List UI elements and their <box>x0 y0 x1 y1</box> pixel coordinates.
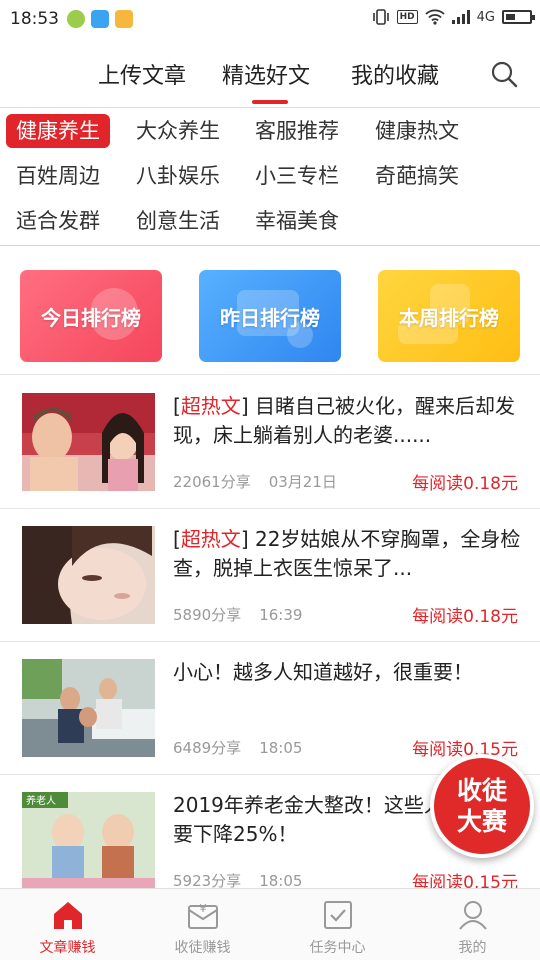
bottom-nav-label: 任务中心 <box>309 940 366 956</box>
article-item[interactable]: [超热文] 22岁姑娘从不穿胸罩，全身检查，脱掉上衣医生惊呆了... 5890分… <box>0 509 540 642</box>
bottom-nav-recruit-earn[interactable]: ¥ 收徒赚钱 <box>135 889 270 960</box>
article-thumbnail <box>22 659 155 757</box>
active-tab-indicator <box>252 100 288 104</box>
share-count: 6489分享 <box>173 739 242 757</box>
svg-text:¥: ¥ <box>200 902 207 915</box>
app-notification-icon <box>67 10 85 28</box>
yesterday-ranking-label: 昨日排行榜 <box>220 305 320 330</box>
status-indicators: HD 4G <box>372 9 535 25</box>
badge-line-1: 收徒 <box>456 776 507 805</box>
category-item[interactable]: 创意生活 <box>136 204 220 238</box>
bottom-nav-label: 收徒赚钱 <box>174 940 231 956</box>
read-reward: 每阅读0.18元 <box>412 607 518 627</box>
tab-featured-articles[interactable]: 精选好文 <box>222 58 310 90</box>
battery-icon <box>502 10 535 24</box>
message-notification-icon <box>91 10 109 28</box>
article-item[interactable]: [超热文] 目睹自己被火化，醒来后却发现，床上躺着别人的老婆...... 220… <box>0 376 540 509</box>
today-ranking-label: 今日排行榜 <box>41 305 141 330</box>
category-grid: 健康养生 大众养生 客服推荐 健康热文 百姓周边 八卦娱乐 小三专栏 奇葩搞笑 … <box>0 109 540 246</box>
today-ranking-button[interactable]: 今日排行榜 <box>20 270 162 362</box>
article-title: [超热文] 目睹自己被火化，醒来后却发现，床上躺着别人的老婆...... <box>173 394 515 447</box>
tab-upload-article[interactable]: 上传文章 <box>98 58 186 90</box>
bottom-nav-article-earn[interactable]: 文章赚钱 <box>0 889 135 960</box>
article-title: 小心！越多人知道越好，很重要！ <box>173 660 473 684</box>
article-thumbnail <box>22 393 155 491</box>
category-item[interactable]: 八卦娱乐 <box>136 159 220 193</box>
article-thumbnail: 养老人 <box>22 792 155 890</box>
article-meta: 5890分享 16:39 <box>173 604 302 625</box>
badge-line-2: 大赛 <box>456 807 507 836</box>
category-item[interactable]: 健康热文 <box>375 114 459 148</box>
network-type: 4G <box>476 9 495 25</box>
article-meta: 22061分享 03月21日 <box>173 471 337 492</box>
ranking-buttons: 今日排行榜 昨日排行榜 本周排行榜 <box>0 247 540 375</box>
category-item[interactable]: 奇葩搞笑 <box>375 159 459 193</box>
read-reward: 每阅读0.18元 <box>412 474 518 494</box>
tab-my-favorites[interactable]: 我的收藏 <box>351 58 439 90</box>
user-icon <box>459 901 487 930</box>
share-count: 22061分享 <box>173 473 251 491</box>
bottom-nav-label: 我的 <box>458 940 487 956</box>
bottom-nav-bar: 文章赚钱 ¥ 收徒赚钱 任务中心 我的 <box>0 888 540 960</box>
signal-icon <box>451 10 470 24</box>
recruit-contest-badge[interactable]: 收徒 大赛 <box>430 754 534 858</box>
hd-icon: HD <box>396 10 418 24</box>
category-item[interactable]: 小三专栏 <box>255 159 339 193</box>
vibrate-icon <box>372 9 389 25</box>
article-meta: 6489分享 18:05 <box>173 737 302 758</box>
category-item[interactable]: 幸福美食 <box>255 204 339 238</box>
category-item[interactable]: 客服推荐 <box>255 114 339 148</box>
hot-article-tag: 超热文 <box>180 527 241 551</box>
yesterday-ranking-button[interactable]: 昨日排行榜 <box>199 270 341 362</box>
article-title: [超热文] 22岁姑娘从不穿胸罩，全身检查，脱掉上衣医生惊呆了... <box>173 527 521 580</box>
publish-time: 18:05 <box>259 739 303 757</box>
wallet-notification-icon <box>115 10 133 28</box>
task-check-icon <box>324 901 352 929</box>
category-item[interactable]: 百姓周边 <box>16 159 100 193</box>
bottom-nav-task-center[interactable]: 任务中心 <box>270 889 405 960</box>
yuan-envelope-icon: ¥ <box>188 902 218 929</box>
wifi-icon <box>425 9 445 25</box>
share-count: 5890分享 <box>173 606 242 624</box>
hot-article-tag: 超热文 <box>180 394 241 418</box>
status-time: 18:53 <box>10 9 59 29</box>
search-icon[interactable] <box>490 60 518 88</box>
category-item[interactable]: 适合发群 <box>16 204 100 238</box>
weekly-ranking-button[interactable]: 本周排行榜 <box>378 270 520 362</box>
category-item[interactable]: 健康养生 <box>6 114 110 148</box>
thumbnail-caption: 养老人 <box>26 794 56 807</box>
weekly-ranking-label: 本周排行榜 <box>399 305 499 330</box>
publish-time: 03月21日 <box>268 473 337 491</box>
bottom-nav-me[interactable]: 我的 <box>405 889 540 960</box>
home-icon <box>54 902 82 929</box>
category-item[interactable]: 大众养生 <box>136 114 220 148</box>
top-tab-bar: 上传文章 精选好文 我的收藏 <box>0 38 540 108</box>
article-thumbnail <box>22 526 155 624</box>
publish-time: 16:39 <box>259 606 303 624</box>
article-item[interactable]: 小心！越多人知道越好，很重要！ 6489分享 18:05 每阅读0.15元 <box>0 642 540 775</box>
bottom-nav-label: 文章赚钱 <box>39 940 96 956</box>
status-bar: 18:53 HD 4G <box>0 0 540 38</box>
